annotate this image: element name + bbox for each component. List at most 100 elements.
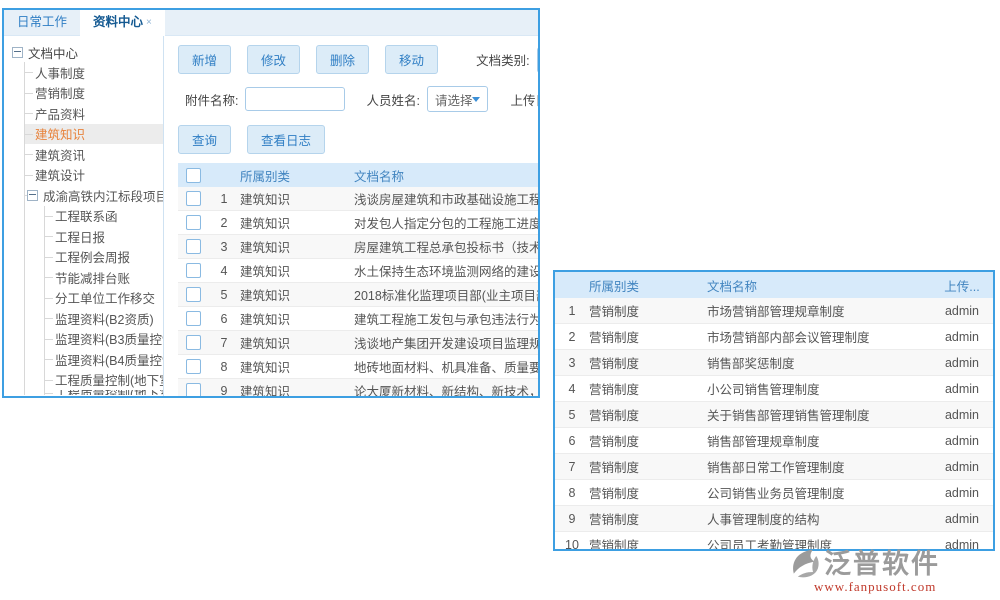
- tree-item-label: 工程质量控制(地下室): [55, 370, 164, 389]
- sidebar-item-energy-ledger[interactable]: 节能减排台账: [45, 267, 163, 288]
- table-row[interactable]: 4 营销制度 小公司销售管理制度 admin: [555, 376, 993, 402]
- table-row[interactable]: 5 营销制度 关于销售部管理销售管理制度 admin: [555, 402, 993, 428]
- sidebar-item-product[interactable]: 产品资料: [25, 103, 163, 124]
- row-uploader: admin: [931, 356, 993, 370]
- person-name-select[interactable]: 请选择: [427, 86, 489, 112]
- tree-item-label: 监理资料(B4质量控制): [55, 350, 164, 369]
- table-row[interactable]: 1 建筑知识 浅谈房屋建筑和市政基础设施工程施工...: [178, 187, 538, 211]
- row-index: 9: [555, 512, 589, 526]
- row-uploader: admin: [931, 538, 993, 552]
- tree-level2: 工程联系函 工程日报 工程例会周报 节能减排台账 分工单位工作移交 监理资料(B…: [44, 206, 163, 396]
- sidebar-item-work-transfer[interactable]: 分工单位工作移交: [45, 288, 163, 309]
- table-row[interactable]: 2 营销制度 市场营销部内部会议管理制度 admin: [555, 324, 993, 350]
- add-button[interactable]: 新增: [178, 45, 231, 74]
- tree-root-label: 文档中心: [28, 43, 78, 62]
- row-index: 8: [555, 486, 589, 500]
- edit-button[interactable]: 修改: [247, 45, 300, 74]
- tab-data-center[interactable]: 资料中心×: [80, 10, 165, 36]
- row-checkbox[interactable]: [186, 239, 201, 254]
- tree-item-label: 监理资料(B3质量控制): [55, 329, 164, 348]
- sidebar-item-construction-news[interactable]: 建筑资讯: [25, 144, 163, 165]
- sidebar-item-personnel[interactable]: 人事制度: [25, 62, 163, 83]
- document-center-window: 日常工作 资料中心× 文档中心 人事制度 营销制度 产品资料 建筑知识 建筑资讯…: [2, 8, 540, 398]
- table-row[interactable]: 7 建筑知识 浅谈地产集团开发建设项目监理规划编...: [178, 331, 538, 355]
- table-row[interactable]: 8 营销制度 公司销售业务员管理制度 admin: [555, 480, 993, 506]
- row-category: 建筑知识: [240, 381, 354, 396]
- sidebar-item-clipped[interactable]: 工程质量控制(地下室): [45, 390, 163, 395]
- row-category: 建筑知识: [240, 213, 354, 232]
- row-checkbox[interactable]: [186, 359, 201, 374]
- row-category: 营销制度: [589, 353, 707, 372]
- sidebar-item-supervision-b3[interactable]: 监理资料(B3质量控制): [45, 329, 163, 350]
- sidebar-item-marketing[interactable]: 营销制度: [25, 83, 163, 104]
- tree-root-document-center[interactable]: 文档中心: [12, 42, 163, 62]
- tree-item-label: 工程日报: [55, 227, 105, 246]
- row-category: 营销制度: [589, 509, 707, 528]
- row-checkbox[interactable]: [186, 191, 201, 206]
- row-index: 5: [208, 288, 240, 302]
- row-checkbox[interactable]: [186, 311, 201, 326]
- collapse-icon[interactable]: [12, 47, 23, 58]
- row-category: 营销制度: [589, 379, 707, 398]
- row-category: 营销制度: [589, 301, 707, 320]
- sidebar-item-quality-basement[interactable]: 工程质量控制(地下室): [45, 370, 163, 391]
- row-checkbox[interactable]: [186, 287, 201, 302]
- table-row[interactable]: 5 建筑知识 2018标准化监理项目部(业主项目部)人员...: [178, 283, 538, 307]
- table-row[interactable]: 9 营销制度 人事管理制度的结构 admin: [555, 506, 993, 532]
- table-row[interactable]: 4 建筑知识 水土保持生态环境监测网络的建设与资...: [178, 259, 538, 283]
- person-name-label: 人员姓名:: [366, 90, 419, 109]
- fanpu-logo-icon: [788, 548, 822, 580]
- row-name: 市场营销部内部会议管理制度: [707, 327, 931, 346]
- row-name: 小公司销售管理制度: [707, 379, 931, 398]
- doc-type-select[interactable]: 请选择: [537, 47, 538, 73]
- row-index: 3: [555, 356, 589, 370]
- toolbar: 新增 修改 删除 移动 文档类别: 请选择 文档: [178, 45, 538, 74]
- row-name: 浅谈房屋建筑和市政基础设施工程施工...: [354, 189, 538, 208]
- table-row[interactable]: 8 建筑知识 地砖地面材料、机具准备、质量要求及...: [178, 355, 538, 379]
- row-index: 7: [208, 336, 240, 350]
- tree-item-label: 监理资料(B2资质): [55, 309, 154, 328]
- sidebar-item-daily-report[interactable]: 工程日报: [45, 226, 163, 247]
- row-name: 销售部管理规章制度: [707, 431, 931, 450]
- attachment-name-input[interactable]: [245, 87, 345, 111]
- table-row[interactable]: 3 建筑知识 房屋建筑工程总承包投标书（技术标）...: [178, 235, 538, 259]
- tree-node-project[interactable]: 成渝高铁内江标段项目: [25, 185, 163, 206]
- move-button[interactable]: 移动: [385, 45, 438, 74]
- table-row[interactable]: 6 营销制度 销售部管理规章制度 admin: [555, 428, 993, 454]
- row-index: 6: [555, 434, 589, 448]
- tab-daily-work[interactable]: 日常工作: [4, 10, 80, 35]
- table-row[interactable]: 2 建筑知识 对发包人指定分包的工程施工进度安排...: [178, 211, 538, 235]
- table-row[interactable]: 6 建筑知识 建筑工程施工发包与承包违法行为认定...: [178, 307, 538, 331]
- row-name: 论大厦新材料、新结构、新技术，新工...: [354, 381, 538, 396]
- table-row[interactable]: 7 营销制度 销售部日常工作管理制度 admin: [555, 454, 993, 480]
- tree-item-label: 人事制度: [35, 63, 85, 82]
- row-checkbox[interactable]: [186, 335, 201, 350]
- sidebar-item-weekly-report[interactable]: 工程例会周报: [45, 247, 163, 268]
- row-name: 水土保持生态环境监测网络的建设与资...: [354, 261, 538, 280]
- row-checkbox[interactable]: [186, 215, 201, 230]
- collapse-icon[interactable]: [27, 190, 38, 201]
- sidebar-item-supervision-b2[interactable]: 监理资料(B2资质): [45, 308, 163, 329]
- brand-name: 泛普软件: [824, 550, 940, 578]
- view-log-button[interactable]: 查看日志: [247, 125, 325, 154]
- category-column-header: 所属别类: [240, 166, 354, 185]
- brand-url: www.fanpusoft.com: [814, 579, 936, 595]
- table-row[interactable]: 9 建筑知识 论大厦新材料、新结构、新技术，新工...: [178, 379, 538, 396]
- tree-item-label: 工程联系函: [55, 206, 118, 225]
- table-row[interactable]: 3 营销制度 销售部奖惩制度 admin: [555, 350, 993, 376]
- row-checkbox[interactable]: [186, 263, 201, 278]
- sidebar-item-project-letter[interactable]: 工程联系函: [45, 206, 163, 227]
- tree-level1: 人事制度 营销制度 产品资料 建筑知识 建筑资讯 建筑设计 成渝高铁内江标段项目…: [24, 62, 163, 395]
- row-name: 销售部日常工作管理制度: [707, 457, 931, 476]
- sidebar-item-construction-knowledge[interactable]: 建筑知识: [25, 124, 163, 145]
- attachment-name-label: 附件名称:: [185, 90, 238, 109]
- row-name: 对发包人指定分包的工程施工进度安排...: [354, 213, 538, 232]
- delete-button[interactable]: 删除: [316, 45, 369, 74]
- row-checkbox[interactable]: [186, 383, 201, 396]
- select-all-checkbox[interactable]: [186, 168, 201, 183]
- table-row[interactable]: 1 营销制度 市场营销部管理规章制度 admin: [555, 298, 993, 324]
- close-icon[interactable]: ×: [146, 17, 152, 28]
- sidebar-item-supervision-b4[interactable]: 监理资料(B4质量控制): [45, 349, 163, 370]
- sidebar-item-construction-design[interactable]: 建筑设计: [25, 165, 163, 186]
- query-button[interactable]: 查询: [178, 125, 231, 154]
